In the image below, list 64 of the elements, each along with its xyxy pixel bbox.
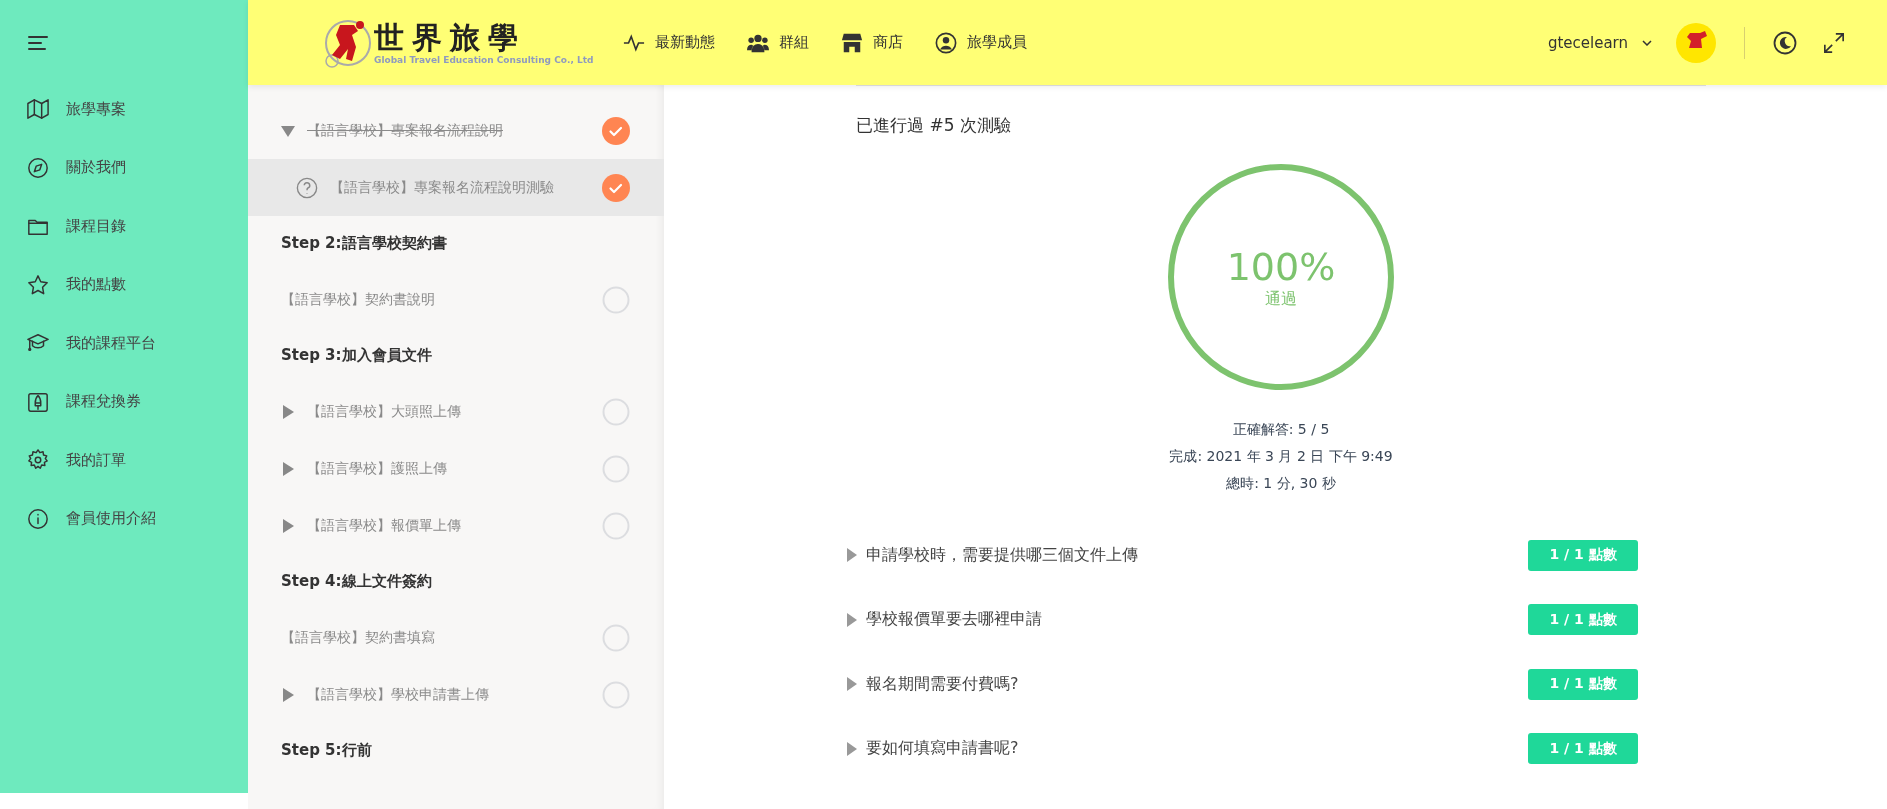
result-stat: 正確解答: 5 / 5 — [1232, 421, 1330, 439]
pass-status: 通過 — [1265, 288, 1297, 310]
user-menu[interactable]: gtecelearn — [1547, 33, 1628, 52]
score-badge: 1 / 1 點數 — [1528, 668, 1638, 700]
question-text[interactable]: 學校報價單要去哪裡申請 — [866, 609, 1528, 631]
caret-down-icon[interactable] — [281, 123, 295, 138]
caret-right-icon[interactable] — [281, 518, 295, 533]
question-text[interactable]: 要如何填寫申請書呢? — [866, 738, 1528, 760]
nav-link[interactable]: 群組 — [747, 31, 810, 54]
voucher-icon — [27, 390, 49, 413]
caret-right-icon[interactable] — [846, 741, 858, 756]
caret-icon[interactable] — [1642, 39, 1652, 46]
avatar-icon[interactable] — [1676, 22, 1716, 63]
sidebar-item[interactable]: 會員使用介紹 — [0, 489, 248, 548]
caret-right-icon[interactable] — [281, 687, 295, 702]
score-percent: 100% — [1226, 244, 1336, 289]
lesson-title: 【語言學校】契約書說明 — [281, 290, 436, 309]
lesson-title: 【語言學校】專案報名流程說明測驗 — [330, 178, 555, 197]
expand-icon[interactable] — [1823, 31, 1845, 54]
sidebar-item[interactable]: 我的點數 — [0, 255, 248, 314]
map-icon — [27, 98, 49, 121]
lesson-title: 【語言學校】大頭照上傳 — [307, 402, 462, 421]
nav-link[interactable]: 旅學成員 — [935, 31, 1028, 54]
info-icon — [27, 507, 49, 530]
user-icon — [935, 31, 958, 54]
logo-title: 世界旅學 — [374, 20, 527, 55]
store-icon — [841, 31, 864, 54]
caret-right-icon[interactable] — [846, 612, 858, 627]
caret-right-icon[interactable] — [846, 548, 858, 563]
menu-icon[interactable] — [28, 34, 48, 51]
lesson-title: 【語言學校】護照上傳 — [307, 459, 448, 478]
compass-icon — [27, 156, 49, 179]
score-badge: 1 / 1 點數 — [1528, 604, 1638, 636]
nav-link[interactable]: 商店 — [841, 31, 904, 54]
star-icon — [27, 273, 49, 296]
nav-link[interactable]: 最新動態 — [623, 31, 716, 54]
attempts-heading: 已進行過 #5 次測驗 — [856, 114, 1012, 137]
result-stat: 總時: 1 分, 30 秒 — [1226, 475, 1336, 493]
sidebar-item[interactable]: 關於我們 — [0, 138, 248, 197]
lesson-title: 【語言學校】契約書填寫 — [281, 628, 436, 647]
moon-icon[interactable] — [1773, 30, 1797, 55]
caret-right-icon[interactable] — [281, 461, 295, 476]
question-text[interactable]: 報名期間需要付費嗎? — [866, 673, 1528, 695]
question-text[interactable]: 申請學校時，需要提供哪三個文件上傳 — [866, 544, 1528, 566]
sidebar-item[interactable]: 課程目錄 — [0, 197, 248, 256]
gear-icon — [27, 449, 49, 472]
score-badge: 1 / 1 點數 — [1528, 733, 1638, 765]
sidebar-item[interactable]: 旅學專案 — [0, 80, 248, 139]
section-heading: Step 3:加入會員文件 — [280, 345, 433, 366]
caret-right-icon[interactable] — [281, 404, 295, 419]
lesson-title: 【語言學校】學校申請書上傳 — [307, 685, 490, 704]
section-heading: Step 4:線上文件簽約 — [280, 571, 433, 592]
lesson-title: 【語言學校】報價單上傳 — [307, 516, 462, 535]
lesson-title: 【語言學校】專案報名流程說明 — [307, 121, 504, 140]
sidebar-item[interactable]: 課程兌換券 — [0, 372, 248, 431]
logo-subtitle: Global Travel Education Consulting Co., Ltd — [374, 54, 594, 65]
result-stat: 完成: 2021 年 3 月 2 日 下午 9:49 — [1169, 448, 1393, 466]
sidebar-item[interactable]: 我的訂單 — [0, 431, 248, 490]
section-heading: Step 5:行前 — [280, 740, 373, 761]
sidebar-item[interactable]: 我的課程平台 — [0, 314, 248, 373]
section-heading: Step 2:語言學校契約書 — [280, 233, 448, 254]
caret-right-icon[interactable] — [846, 677, 858, 692]
score-badge: 1 / 1 點數 — [1528, 539, 1638, 571]
help-circle-icon — [296, 176, 318, 199]
